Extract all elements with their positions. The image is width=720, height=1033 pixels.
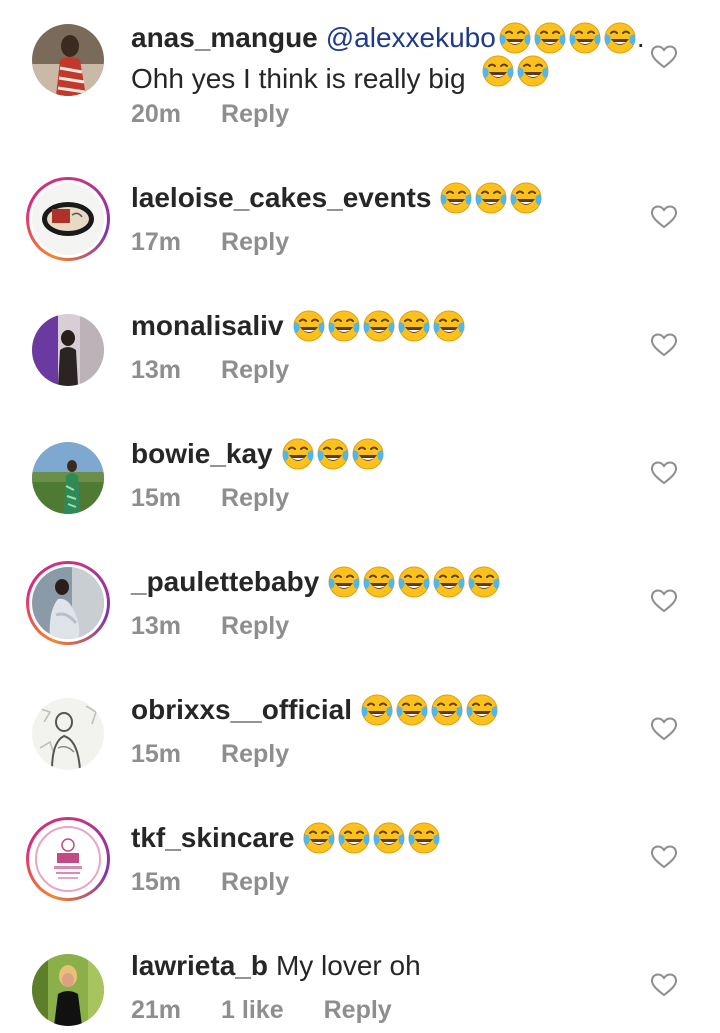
reply-button[interactable]: Reply xyxy=(221,484,289,513)
face-with-tears-of-joy-icon xyxy=(509,181,543,215)
avatar[interactable] xyxy=(26,948,110,1032)
comment-item: anas_mangue @alexxekubo . Ohh yes I thin… xyxy=(0,0,720,128)
comment-timestamp: 13m xyxy=(131,612,182,640)
comment-item: monalisaliv 13m Reply xyxy=(0,256,720,386)
avatar-image xyxy=(32,24,104,96)
comment-item: lawrieta_b My lover oh 21m 1 like Reply xyxy=(0,896,720,1026)
comment-timestamp: 20m xyxy=(131,100,182,128)
avatar-image xyxy=(32,698,104,770)
comment-text: My lover oh xyxy=(275,950,421,981)
emoji-group xyxy=(302,821,441,855)
avatar[interactable] xyxy=(26,177,110,261)
reply-button[interactable]: Reply xyxy=(221,228,289,257)
comment-username[interactable]: monalisaliv xyxy=(131,308,284,344)
face-with-tears-of-joy-icon xyxy=(337,821,371,855)
comment-username[interactable]: _paulettebaby xyxy=(131,564,319,600)
face-with-tears-of-joy-icon xyxy=(360,693,394,727)
avatar[interactable] xyxy=(26,692,110,776)
avatar-image xyxy=(32,314,104,386)
like-heart-icon[interactable] xyxy=(651,717,677,741)
comment-timestamp: 17m xyxy=(131,228,182,256)
comment-username[interactable]: anas_mangue xyxy=(131,20,318,56)
face-with-tears-of-joy-icon xyxy=(465,693,499,727)
like-heart-icon[interactable] xyxy=(651,205,677,229)
like-heart-icon[interactable] xyxy=(651,45,677,69)
comment-item: _paulettebaby 13m Reply xyxy=(0,512,720,645)
emoji-group xyxy=(327,565,501,599)
face-with-tears-of-joy-icon xyxy=(481,54,515,88)
avatar[interactable] xyxy=(26,18,110,102)
emoji-group xyxy=(281,437,385,471)
comment-mention-link[interactable]: @alexxekubo xyxy=(326,20,496,56)
emoji-group xyxy=(360,693,499,727)
comment-username[interactable]: laeloise_cakes_events xyxy=(131,180,431,216)
face-with-tears-of-joy-icon xyxy=(498,21,532,55)
comment-text-suffix: . xyxy=(636,22,645,53)
face-with-tears-of-joy-icon xyxy=(397,309,431,343)
avatar[interactable] xyxy=(26,308,110,392)
face-with-tears-of-joy-icon xyxy=(568,21,602,55)
face-with-tears-of-joy-icon xyxy=(292,309,326,343)
face-with-tears-of-joy-icon xyxy=(281,437,315,471)
face-with-tears-of-joy-icon xyxy=(327,565,361,599)
face-with-tears-of-joy-icon xyxy=(316,437,350,471)
face-with-tears-of-joy-icon xyxy=(327,309,361,343)
emoji-group xyxy=(292,309,466,343)
avatar-image xyxy=(32,183,104,255)
reply-button[interactable]: Reply xyxy=(221,356,289,385)
face-with-tears-of-joy-icon xyxy=(516,54,550,88)
face-with-tears-of-joy-icon xyxy=(430,693,464,727)
emoji-group xyxy=(481,54,550,88)
like-heart-icon[interactable] xyxy=(651,589,677,613)
face-with-tears-of-joy-icon xyxy=(302,821,336,855)
face-with-tears-of-joy-icon xyxy=(432,309,466,343)
reply-button[interactable]: Reply xyxy=(221,868,289,897)
comment-timestamp: 15m xyxy=(131,868,182,896)
reply-button[interactable]: Reply xyxy=(221,612,289,641)
face-with-tears-of-joy-icon xyxy=(407,821,441,855)
face-with-tears-of-joy-icon xyxy=(351,437,385,471)
face-with-tears-of-joy-icon xyxy=(467,565,501,599)
face-with-tears-of-joy-icon xyxy=(397,565,431,599)
comment-item: obrixxs__official 15m Reply xyxy=(0,640,720,770)
face-with-tears-of-joy-icon xyxy=(362,309,396,343)
like-heart-icon[interactable] xyxy=(651,845,677,869)
comment-item: laeloise_cakes_events 17m Reply xyxy=(0,128,720,261)
like-heart-icon[interactable] xyxy=(651,973,677,997)
comment-text: Ohh yes I think is really big xyxy=(131,63,466,94)
reply-button[interactable]: Reply xyxy=(324,996,392,1025)
comment-username[interactable]: bowie_kay xyxy=(131,436,273,472)
avatar[interactable] xyxy=(26,436,110,520)
face-with-tears-of-joy-icon xyxy=(362,565,396,599)
emoji-group xyxy=(439,181,543,215)
comment-username[interactable]: obrixxs__official xyxy=(131,692,352,728)
avatar-image xyxy=(32,442,104,514)
comment-item: tkf_skincare 15m Reply xyxy=(0,768,720,901)
comment-timestamp: 15m xyxy=(131,740,182,768)
face-with-tears-of-joy-icon xyxy=(372,821,406,855)
like-heart-icon[interactable] xyxy=(651,461,677,485)
avatar[interactable] xyxy=(26,817,110,901)
avatar-image xyxy=(32,823,104,895)
comment-username[interactable]: lawrieta_b xyxy=(131,948,268,984)
avatar[interactable] xyxy=(26,561,110,645)
comment-timestamp: 13m xyxy=(131,356,182,384)
reply-button[interactable]: Reply xyxy=(221,100,289,129)
emoji-group xyxy=(498,21,637,55)
comment-timestamp: 15m xyxy=(131,484,182,512)
like-heart-icon[interactable] xyxy=(651,333,677,357)
comment-timestamp: 21m xyxy=(131,996,182,1024)
face-with-tears-of-joy-icon xyxy=(533,21,567,55)
face-with-tears-of-joy-icon xyxy=(474,181,508,215)
comment-item: bowie_kay 15m Reply xyxy=(0,384,720,514)
face-with-tears-of-joy-icon xyxy=(603,21,637,55)
face-with-tears-of-joy-icon xyxy=(439,181,473,215)
likes-count[interactable]: 1 like xyxy=(221,996,284,1025)
avatar-image xyxy=(32,567,104,639)
face-with-tears-of-joy-icon xyxy=(432,565,466,599)
reply-button[interactable]: Reply xyxy=(221,740,289,769)
avatar-image xyxy=(32,954,104,1026)
comment-username[interactable]: tkf_skincare xyxy=(131,820,294,856)
face-with-tears-of-joy-icon xyxy=(395,693,429,727)
